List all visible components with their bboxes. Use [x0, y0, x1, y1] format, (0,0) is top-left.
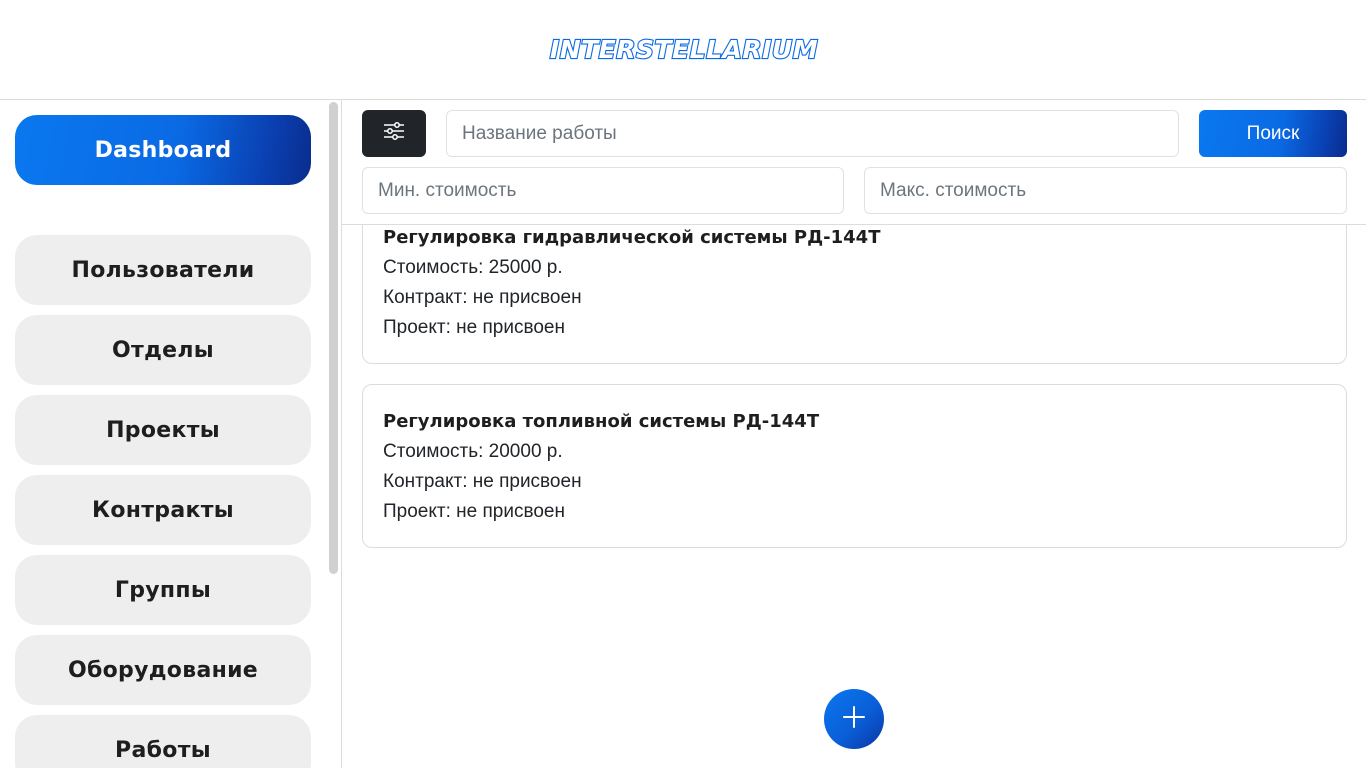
work-card[interactable]: Регулировка гидравлической системы РД-14… [362, 203, 1347, 364]
app-header: INTERSTELLARIUM [0, 0, 1366, 100]
sidebar: Dashboard Пользователи Отделы Проекты Ко… [0, 100, 342, 768]
filter-bar: Поиск [342, 100, 1366, 225]
max-cost-input[interactable] [864, 167, 1347, 214]
sidebar-item-dashboard[interactable]: Dashboard [15, 115, 311, 185]
work-project: Проект: не присвоен [383, 317, 565, 338]
search-button[interactable]: Поиск [1199, 110, 1347, 157]
sidebar-item-works[interactable]: Работы [15, 715, 311, 768]
work-cost: Стоимость: 25000 р. [383, 257, 563, 278]
plus-icon [843, 705, 865, 733]
work-project: Проект: не присвоен [383, 501, 565, 522]
sidebar-item-departments[interactable]: Отделы [15, 315, 311, 385]
svg-text:INTERSTELLARIUM: INTERSTELLARIUM [550, 35, 818, 63]
sidebar-item-users[interactable]: Пользователи [15, 235, 311, 305]
sliders-icon [383, 121, 405, 146]
work-card[interactable]: Регулировка топливной системы РД-144Т Ст… [362, 384, 1347, 548]
work-title: Регулировка топливной системы РД-144Т [383, 411, 820, 432]
work-name-input[interactable] [446, 110, 1179, 157]
filter-toggle-button[interactable] [362, 110, 426, 157]
add-work-button[interactable] [824, 689, 884, 749]
app-logo[interactable]: INTERSTELLARIUM [548, 35, 820, 63]
main-content: Поиск Регулировка гидравлической системы… [342, 100, 1366, 768]
work-contract: Контракт: не присвоен [383, 471, 582, 492]
sidebar-item-projects[interactable]: Проекты [15, 395, 311, 465]
min-cost-input[interactable] [362, 167, 844, 214]
sidebar-scrollbar[interactable] [329, 102, 338, 574]
sidebar-item-contracts[interactable]: Контракты [15, 475, 311, 545]
work-contract: Контракт: не присвоен [383, 287, 582, 308]
sidebar-item-equipment[interactable]: Оборудование [15, 635, 311, 705]
sidebar-item-groups[interactable]: Группы [15, 555, 311, 625]
work-cost: Стоимость: 20000 р. [383, 441, 563, 462]
work-title: Регулировка гидравлической системы РД-14… [383, 227, 881, 248]
